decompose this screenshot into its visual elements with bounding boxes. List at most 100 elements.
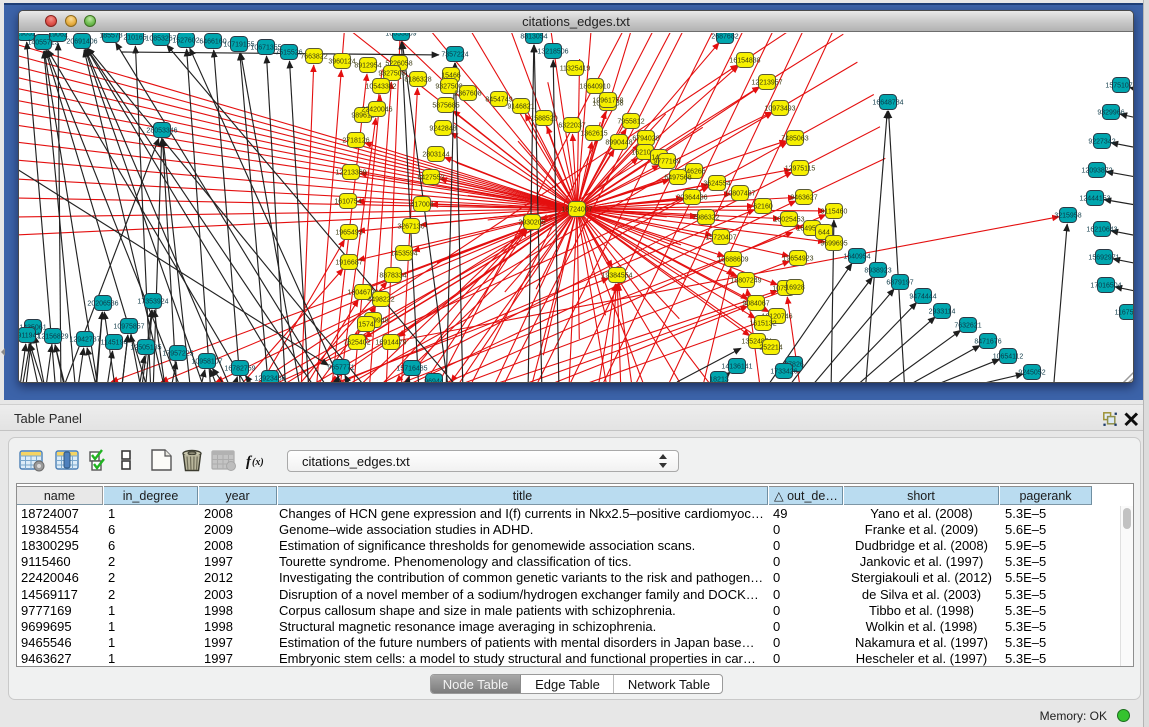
svg-text:6879197: 6879197 bbox=[886, 280, 913, 287]
svg-text:16914479: 16914479 bbox=[375, 340, 406, 347]
svg-text:8186328: 8186328 bbox=[404, 77, 431, 84]
svg-text:12213957: 12213957 bbox=[751, 80, 782, 87]
svg-text:15751074: 15751074 bbox=[1105, 83, 1134, 90]
svg-text:1145194: 1145194 bbox=[101, 340, 128, 347]
svg-text:19654923: 19654923 bbox=[782, 256, 813, 263]
svg-text:12213369: 12213369 bbox=[335, 170, 366, 177]
svg-text:8427552: 8427552 bbox=[417, 175, 444, 182]
svg-text:17957225: 17957225 bbox=[162, 351, 193, 358]
svg-text:2930205: 2930205 bbox=[518, 220, 545, 227]
svg-text:9227342: 9227342 bbox=[1088, 139, 1115, 146]
svg-text:62160: 62160 bbox=[753, 204, 773, 211]
svg-text:12505135: 12505135 bbox=[130, 345, 161, 352]
svg-text:12093872: 12093872 bbox=[1081, 168, 1112, 175]
svg-text:10961758: 10961758 bbox=[592, 98, 623, 105]
svg-text:16210643: 16210643 bbox=[1086, 227, 1117, 234]
svg-text:12923466: 12923466 bbox=[254, 376, 285, 383]
svg-text:10025453: 10025453 bbox=[773, 217, 804, 224]
svg-text:10688609: 10688609 bbox=[717, 257, 748, 264]
svg-text:22420046: 22420046 bbox=[361, 107, 392, 114]
svg-text:7625402: 7625402 bbox=[343, 340, 370, 347]
svg-text:1167534: 1167534 bbox=[1115, 310, 1134, 317]
svg-text:8912954: 8912954 bbox=[354, 63, 381, 70]
svg-text:18640910: 18640910 bbox=[579, 84, 610, 91]
svg-text:1574: 1574 bbox=[358, 322, 374, 329]
svg-text:1916687: 1916687 bbox=[335, 260, 362, 267]
svg-text:9146821: 9146821 bbox=[507, 104, 534, 111]
svg-text:10654112: 10654112 bbox=[993, 354, 1024, 361]
svg-text:12975115: 12975115 bbox=[785, 166, 816, 173]
svg-text:9327508: 9327508 bbox=[435, 84, 462, 91]
svg-text:9329966: 9329966 bbox=[1097, 110, 1124, 117]
svg-text:1362615: 1362615 bbox=[580, 131, 607, 138]
svg-text:14136141: 14136141 bbox=[721, 364, 752, 371]
svg-text:1965493: 1965493 bbox=[335, 230, 362, 237]
svg-text:28053346: 28053346 bbox=[146, 128, 177, 135]
svg-text:4498222: 4498222 bbox=[367, 297, 394, 304]
svg-text:20691406: 20691406 bbox=[66, 39, 97, 46]
svg-text:3215958: 3215958 bbox=[1054, 213, 1081, 220]
svg-text:(x): (x) bbox=[252, 457, 264, 468]
svg-text:8813054: 8813054 bbox=[520, 34, 547, 41]
svg-text:18724007: 18724007 bbox=[561, 207, 592, 214]
svg-text:2367608: 2367608 bbox=[454, 91, 481, 98]
svg-text:9084067: 9084067 bbox=[742, 301, 769, 308]
svg-text:16782759: 16782759 bbox=[224, 366, 255, 373]
svg-text:252214: 252214 bbox=[759, 345, 782, 352]
svg-text:7515526: 7515526 bbox=[275, 50, 302, 57]
svg-text:17353924: 17353924 bbox=[137, 299, 168, 306]
svg-text:11325419: 11325419 bbox=[560, 66, 591, 73]
svg-text:1615132: 1615132 bbox=[749, 321, 776, 328]
svg-text:2933114: 2933114 bbox=[929, 309, 956, 316]
svg-text:1588520: 1588520 bbox=[530, 116, 557, 123]
svg-text:1733426: 1733426 bbox=[770, 369, 797, 376]
svg-text:19062: 19062 bbox=[48, 33, 68, 39]
svg-text:17016504: 17016504 bbox=[1090, 283, 1121, 290]
svg-text:6322037: 6322037 bbox=[558, 123, 585, 130]
svg-text:7663822: 7663822 bbox=[300, 54, 327, 61]
svg-text:1640954: 1640954 bbox=[843, 254, 870, 261]
svg-text:10973493: 10973493 bbox=[764, 106, 795, 113]
svg-text:185573: 185573 bbox=[99, 33, 122, 40]
svg-text:9245052: 9245052 bbox=[1018, 370, 1045, 377]
svg-text:1610754: 1610754 bbox=[334, 199, 361, 206]
svg-text:16154838: 16154838 bbox=[729, 58, 760, 65]
svg-text:6497568: 6497568 bbox=[664, 175, 691, 182]
svg-text:9115460: 9115460 bbox=[821, 209, 848, 216]
svg-text:7485063: 7485063 bbox=[781, 136, 808, 143]
svg-text:10975857: 10975857 bbox=[113, 324, 144, 331]
svg-text:12156829: 12156829 bbox=[37, 334, 68, 341]
svg-text:417004: 417004 bbox=[410, 202, 433, 209]
svg-text:13218506: 13218506 bbox=[537, 49, 568, 56]
svg-text:12444153: 12444153 bbox=[1079, 196, 1110, 203]
svg-text:8878334: 8878334 bbox=[379, 273, 406, 280]
svg-text:96944: 96944 bbox=[424, 379, 444, 384]
svg-text:2687682: 2687682 bbox=[711, 34, 738, 41]
svg-text:10543382: 10543382 bbox=[365, 84, 396, 91]
svg-text:5875685: 5875685 bbox=[432, 103, 459, 110]
svg-text:15692971: 15692971 bbox=[1088, 255, 1119, 262]
svg-text:9463627: 9463627 bbox=[790, 195, 817, 202]
svg-text:9657771: 9657771 bbox=[327, 365, 354, 372]
svg-text:16928: 16928 bbox=[785, 285, 805, 292]
svg-text:20364436: 20364436 bbox=[676, 195, 707, 202]
svg-text:10958107: 10958107 bbox=[191, 359, 222, 366]
svg-text:210165: 210165 bbox=[123, 35, 146, 42]
svg-text:7986322: 7986322 bbox=[692, 215, 719, 222]
svg-text:20206536: 20206536 bbox=[87, 301, 118, 308]
svg-text:16648784: 16648784 bbox=[872, 100, 903, 107]
svg-text:19051: 19051 bbox=[19, 33, 36, 38]
svg-text:7632621: 7632621 bbox=[954, 323, 981, 330]
svg-text:15720407: 15720407 bbox=[705, 235, 736, 242]
svg-text:9777169: 9777169 bbox=[653, 159, 680, 166]
svg-text:3960124: 3960124 bbox=[328, 59, 355, 66]
svg-text:3267130: 3267130 bbox=[397, 224, 424, 231]
svg-text:6794028: 6794028 bbox=[632, 136, 659, 143]
svg-text:19384554: 19384554 bbox=[601, 273, 632, 280]
svg-text:2718126: 2718126 bbox=[342, 138, 369, 145]
svg-text:15716485: 15716485 bbox=[396, 366, 427, 373]
svg-text:8938923: 8938923 bbox=[864, 268, 891, 275]
svg-text:8990448: 8990448 bbox=[605, 140, 632, 147]
svg-text:3624554: 3624554 bbox=[703, 181, 730, 188]
svg-text:10053809: 10053809 bbox=[385, 33, 416, 38]
